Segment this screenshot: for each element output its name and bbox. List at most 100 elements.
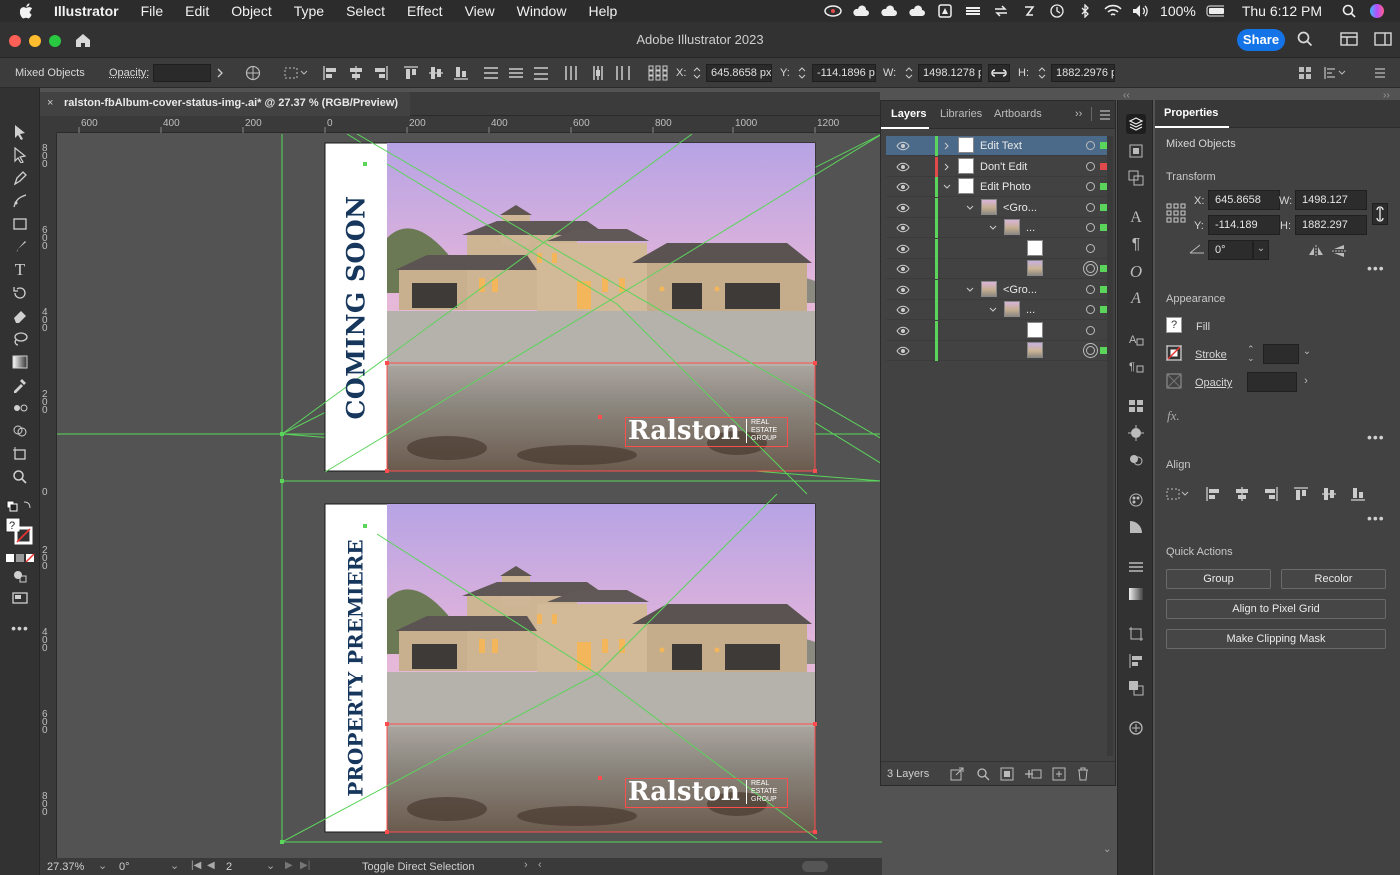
cloud-icon[interactable] xyxy=(908,4,926,18)
bluetooth-icon[interactable] xyxy=(1076,4,1094,18)
paintbrush-tool-icon[interactable] xyxy=(10,237,30,257)
layer-row[interactable]: Edit Text xyxy=(886,136,1108,156)
panel-expand-icon[interactable]: ›› xyxy=(1075,108,1082,120)
opacity-field[interactable] xyxy=(153,64,211,82)
menu-type[interactable]: Type xyxy=(294,3,324,19)
x-position-field[interactable]: 645.8658 xyxy=(1208,190,1280,210)
rotate-angle-icon[interactable] xyxy=(1189,242,1205,254)
make-clipping-mask-icon[interactable] xyxy=(1000,767,1014,781)
align-to-selection-icon[interactable] xyxy=(283,65,309,81)
align-vertical-center-icon[interactable] xyxy=(1321,486,1337,502)
transform-panel-icon[interactable] xyxy=(1126,624,1146,644)
menu-effect[interactable]: Effect xyxy=(407,3,443,19)
fill-swatch-icon[interactable]: ? xyxy=(1166,317,1182,333)
lasso-tool-icon[interactable] xyxy=(10,329,30,349)
chevron-down-icon[interactable] xyxy=(965,203,975,213)
reference-point-icon[interactable] xyxy=(648,65,668,81)
rotate-angle-field[interactable]: 0° xyxy=(1208,240,1253,260)
paragraph-panel-icon[interactable]: ¶ xyxy=(1126,235,1146,255)
rotation-dropdown-icon[interactable]: ⌄ xyxy=(170,859,179,872)
menu-select[interactable]: Select xyxy=(346,3,385,19)
character-panel-icon[interactable]: A xyxy=(1126,208,1146,228)
selection-indicator[interactable] xyxy=(1100,306,1107,313)
tab-artboards[interactable]: Artboards xyxy=(994,108,1042,120)
cloud-icon[interactable] xyxy=(880,4,898,18)
distribute-horizontal-center-icon[interactable] xyxy=(590,65,606,81)
asset-export-icon[interactable] xyxy=(1126,718,1146,738)
align-panel-icon[interactable] xyxy=(1126,651,1146,671)
rectangle-tool-icon[interactable] xyxy=(10,214,30,234)
gradient-tool-icon[interactable] xyxy=(10,352,30,372)
swatches-panel-icon[interactable] xyxy=(1126,396,1146,416)
horizontal-ruler[interactable]: 600 400 200 0 200 400 600 800 1000 1200 xyxy=(57,116,882,133)
logo-top[interactable]: Ralston REAL ESTATE GROUP xyxy=(625,416,788,447)
height-field[interactable]: 1882.297 xyxy=(1295,215,1367,235)
layer-row[interactable]: ... xyxy=(886,300,1108,320)
visibility-eye-icon[interactable] xyxy=(896,244,910,254)
chevron-down-icon[interactable] xyxy=(988,305,998,315)
selection-indicator[interactable] xyxy=(1100,285,1107,293)
layer-row[interactable] xyxy=(886,238,1108,259)
stroke-panel-icon[interactable] xyxy=(1126,557,1146,577)
libraries-panel-icon[interactable] xyxy=(1126,141,1146,161)
artwork-svg[interactable] xyxy=(57,134,882,858)
align-horizontal-center-icon[interactable] xyxy=(1234,486,1250,502)
previous-artboard-icon[interactable]: ◀ xyxy=(207,860,215,871)
opacity-label[interactable]: Opacity xyxy=(1195,377,1232,389)
brushes-panel-icon[interactable] xyxy=(1126,423,1146,443)
selection-indicator[interactable] xyxy=(1100,142,1107,149)
align-right-icon[interactable] xyxy=(1263,486,1279,502)
status-menu-chevron-icon[interactable]: › xyxy=(524,859,528,871)
headline-top[interactable]: COMING SOON xyxy=(342,195,371,419)
color-panel-icon[interactable] xyxy=(1126,490,1146,510)
shape-builder-tool-icon[interactable] xyxy=(10,421,30,441)
type-tool-icon[interactable]: T xyxy=(10,260,30,280)
selection-indicator[interactable] xyxy=(1100,203,1107,211)
symbols-panel-icon[interactable] xyxy=(1126,450,1146,470)
color-none-modes-icon[interactable] xyxy=(4,548,36,568)
layers-scrollbar[interactable] xyxy=(1107,136,1113,756)
zoom-tool-icon[interactable] xyxy=(10,467,30,487)
menu-help[interactable]: Help xyxy=(588,3,617,19)
menu-object[interactable]: Object xyxy=(231,3,271,19)
constrain-proportions-link-icon[interactable] xyxy=(988,64,1010,82)
visibility-eye-icon[interactable] xyxy=(896,326,910,336)
constrain-proportions-link-icon[interactable] xyxy=(1372,203,1388,225)
layer-name[interactable]: <Gro... xyxy=(1003,202,1037,214)
visibility-eye-icon[interactable] xyxy=(896,346,910,356)
scroll-down-icon[interactable]: ⌄ xyxy=(1103,844,1111,855)
properties-panel-icon[interactable] xyxy=(1126,114,1146,134)
make-clipping-mask-button[interactable]: Make Clipping Mask xyxy=(1166,629,1386,649)
layer-name[interactable]: Don't Edit xyxy=(980,161,1027,173)
layer-row[interactable]: <Gro... xyxy=(886,197,1108,218)
battery-icon[interactable] xyxy=(1206,4,1224,18)
appearance-more-options-icon[interactable]: ••• xyxy=(1367,429,1385,445)
close-tab-icon[interactable]: × xyxy=(47,92,53,114)
align-more-options-icon[interactable]: ••• xyxy=(1367,510,1385,526)
target-circle-icon[interactable] xyxy=(1086,223,1095,232)
rotation-field[interactable]: 0° xyxy=(119,861,130,873)
delete-layer-icon[interactable] xyxy=(1076,767,1090,781)
tab-layers[interactable]: Layers xyxy=(891,108,926,120)
opentype-panel-icon[interactable]: O xyxy=(1126,262,1146,282)
layer-row[interactable]: <Gro... xyxy=(886,279,1108,300)
tool-hint-text[interactable]: Toggle Direct Selection xyxy=(362,861,475,873)
locate-object-icon[interactable] xyxy=(976,767,990,781)
gradient-panel-icon[interactable] xyxy=(1126,584,1146,604)
flip-horizontal-icon[interactable] xyxy=(1308,244,1324,258)
layer-name[interactable]: ... xyxy=(1026,222,1035,234)
time-machine-icon[interactable] xyxy=(1048,4,1066,18)
rotate-tool-icon[interactable] xyxy=(10,283,30,303)
clock-text[interactable]: Thu 6:12 PM xyxy=(1242,3,1322,19)
y-stepper-icon[interactable] xyxy=(797,65,807,81)
recolor-artwork-icon[interactable] xyxy=(245,65,261,81)
align-bottom-icon[interactable] xyxy=(1350,486,1366,502)
fill-stroke-swatch[interactable]: ? xyxy=(4,516,36,546)
headline-bottom[interactable]: PROPERTY PREMIERE xyxy=(344,539,368,796)
x-stepper-icon[interactable] xyxy=(692,65,702,81)
chevron-right-icon[interactable] xyxy=(212,65,228,81)
width-field[interactable]: 1498.1278 px xyxy=(918,64,982,82)
selection-indicator[interactable] xyxy=(1100,265,1107,272)
x-position-field[interactable]: 645.8658 px xyxy=(706,64,772,82)
artboard-tool-icon[interactable] xyxy=(10,444,30,464)
